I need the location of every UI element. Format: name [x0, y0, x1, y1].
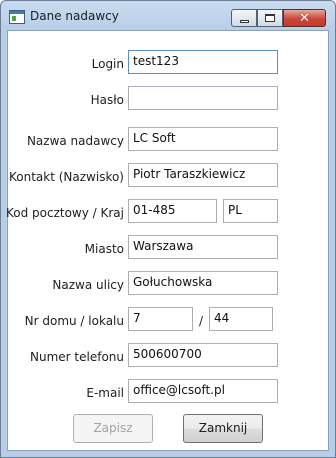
sender-name-input[interactable]: LC Soft [128, 127, 278, 151]
phone-input[interactable]: 500600700 [128, 343, 278, 367]
house-number-input[interactable]: 7 [128, 307, 193, 331]
close-button[interactable]: Zamknij [183, 414, 263, 443]
sender-name-label: Nazwa nadawcy [26, 134, 124, 148]
city-input[interactable]: Warszawa [128, 235, 278, 259]
password-label: Hasło [90, 93, 124, 107]
city-label: Miasto [84, 242, 124, 256]
title-bar[interactable]: Dane nadawcy ✕ [1, 1, 335, 31]
house-flat-separator: / [199, 314, 204, 328]
close-window-button[interactable]: ✕ [283, 9, 326, 27]
flat-number-input[interactable]: 44 [209, 307, 273, 331]
password-input[interactable] [128, 86, 278, 110]
close-icon: ✕ [299, 10, 310, 26]
email-label: E-mail [86, 386, 124, 400]
login-label: Login [91, 57, 124, 71]
postal-code-input[interactable]: 01-485 [128, 199, 217, 223]
phone-label: Numer telefonu [30, 350, 124, 364]
email-input[interactable]: office@lcsoft.pl [128, 379, 278, 403]
maximize-button[interactable] [257, 9, 283, 27]
save-button[interactable]: Zapisz [73, 414, 153, 443]
contact-input[interactable]: Piotr Taraszkiewicz [128, 163, 278, 187]
maximize-icon [265, 14, 275, 22]
street-label: Nazwa ulicy [52, 278, 124, 292]
window-title: Dane nadawcy [30, 9, 119, 23]
app-window-icon [9, 10, 25, 24]
house-flat-label: Nr domu / lokalu [24, 314, 124, 328]
street-input[interactable]: Gołuchowska [128, 271, 278, 295]
contact-label: Kontakt (Nazwisko) [8, 170, 124, 184]
minimize-button[interactable] [231, 9, 257, 27]
country-input[interactable]: PL [223, 199, 278, 223]
postal-country-label: Kod pocztowy / Kraj [5, 206, 124, 220]
login-input[interactable]: test123 [128, 50, 278, 74]
minimize-icon [239, 19, 249, 23]
